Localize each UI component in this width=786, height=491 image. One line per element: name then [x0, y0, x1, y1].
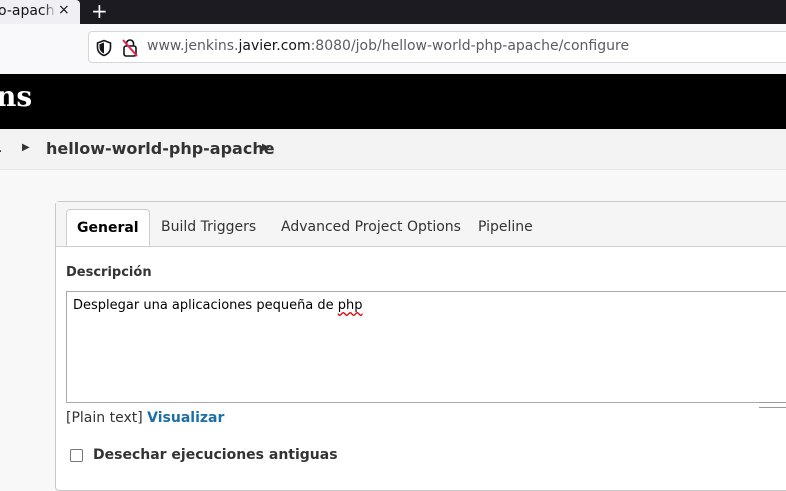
tab-build-triggers[interactable]: Build Triggers: [151, 209, 266, 246]
chevron-right-icon[interactable]: ▶: [262, 142, 270, 153]
description-textarea[interactable]: Desplegar una aplicaciones pequeña de ph…: [66, 291, 786, 403]
discard-old-builds-label[interactable]: Desechar ejecuciones antiguas: [93, 447, 338, 463]
breadcrumb: . ▶ hellow-world-php-apache ▶: [0, 129, 786, 170]
description-label: Descripción: [66, 265, 152, 280]
url-suffix: :8080/job/hellow-world-php-apache/config…: [310, 38, 630, 54]
description-misspelled-word: php: [337, 298, 363, 313]
preview-link[interactable]: Visualizar: [147, 410, 224, 426]
tab-general[interactable]: General: [66, 209, 150, 246]
browser-tab-bar: o-apache × +: [0, 0, 786, 24]
shield-icon[interactable]: [95, 39, 113, 57]
breadcrumb-item-truncated[interactable]: .: [0, 140, 2, 156]
url-domain: javier.com: [238, 38, 311, 54]
insecure-lock-icon[interactable]: [121, 38, 139, 58]
url-text[interactable]: www.jenkins.javier.com:8080/job/hellow-w…: [147, 38, 629, 54]
discard-old-builds-checkbox[interactable]: [70, 448, 83, 462]
url-bar[interactable]: www.jenkins.javier.com:8080/job/hellow-w…: [88, 31, 786, 63]
config-panel: General Build Triggers Advanced Project …: [55, 201, 786, 491]
tab-pipeline[interactable]: Pipeline: [468, 209, 543, 246]
textarea-resize-handle[interactable]: [759, 402, 786, 408]
description-format-row: [Plain text] Visualizar: [66, 410, 224, 426]
description-text: Desplegar una aplicaciones pequeña de: [73, 298, 338, 313]
jenkins-logo-title[interactable]: ns: [0, 80, 32, 113]
browser-navbar: www.jenkins.javier.com:8080/job/hellow-w…: [0, 24, 786, 74]
url-prefix: www.jenkins.: [147, 38, 239, 54]
jenkins-header: ns: [0, 74, 786, 129]
close-tab-icon[interactable]: ×: [58, 2, 70, 18]
plain-text-label: [Plain text]: [66, 410, 143, 426]
discard-old-builds-option: Desechar ejecuciones antiguas: [70, 447, 338, 463]
browser-tab[interactable]: o-apache ×: [0, 0, 80, 24]
chevron-right-icon[interactable]: ▶: [22, 142, 30, 153]
config-tabs: General Build Triggers Advanced Project …: [56, 202, 786, 247]
breadcrumb-item-job[interactable]: hellow-world-php-apache: [46, 139, 275, 158]
tab-title: o-apache: [0, 3, 56, 19]
tab-advanced-project-options[interactable]: Advanced Project Options: [271, 209, 471, 246]
new-tab-button[interactable]: +: [91, 0, 108, 22]
